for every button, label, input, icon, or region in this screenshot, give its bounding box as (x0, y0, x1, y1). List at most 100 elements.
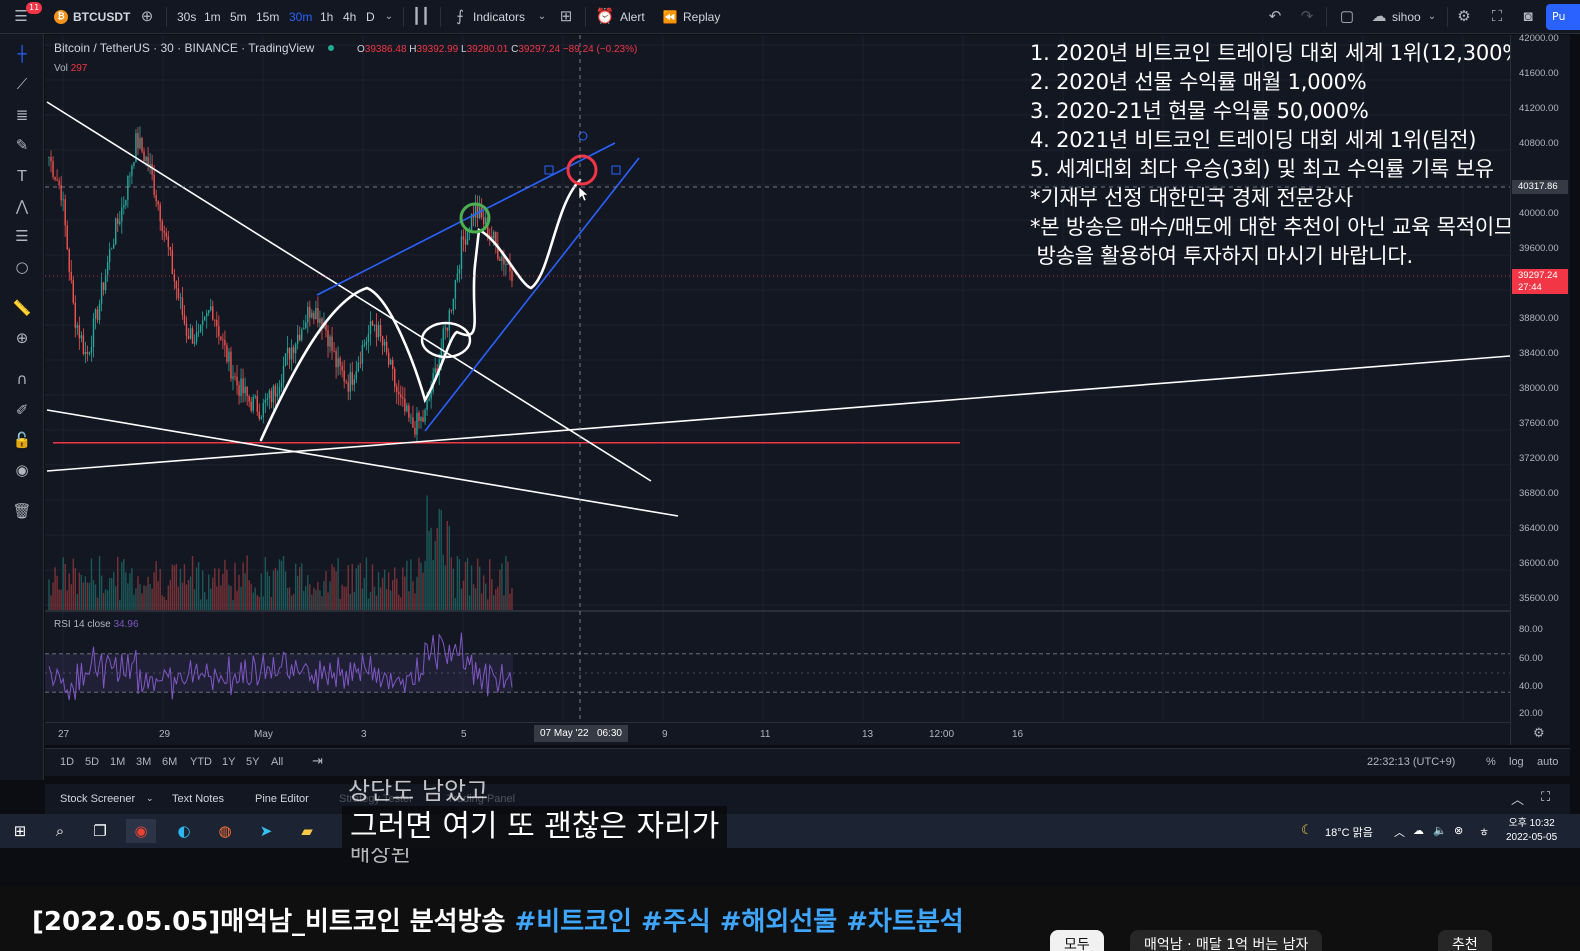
windows-start-icon[interactable]: ⊞ (5, 819, 35, 843)
replay-button[interactable]: Replay (683, 0, 720, 34)
range-5d[interactable]: 5D (85, 756, 99, 768)
interval-30s[interactable]: 30s (177, 0, 196, 34)
interval-15m[interactable]: 15m (256, 0, 279, 34)
hashtag-link[interactable]: #차트분석 (846, 907, 963, 937)
user-name[interactable]: sihoo (1392, 0, 1421, 34)
timezone-clock[interactable]: 22:32:13 (UTC+9) (1367, 756, 1455, 768)
taskbar-clock[interactable]: 오후 10:32 2022-05-05 (1506, 817, 1557, 845)
bar-countdown: 27:44 (1518, 282, 1542, 293)
network-icon[interactable]: ⊗ (1454, 824, 1463, 837)
hashtag-link[interactable]: #해외선물 (720, 907, 837, 937)
search-icon[interactable]: ⌕ (45, 819, 75, 843)
log-toggle[interactable]: log (1509, 756, 1524, 768)
firefox-icon[interactable]: ◍ (210, 819, 240, 843)
symbol-search[interactable]: BTCUSDT (73, 0, 130, 34)
redo-icon[interactable]: ↷ (1295, 0, 1319, 34)
task-view-icon[interactable]: ❐ (85, 819, 115, 843)
range-1y[interactable]: 1Y (222, 756, 235, 768)
range-3m[interactable]: 3M (136, 756, 151, 768)
text-icon[interactable]: T (10, 164, 34, 188)
range-1m[interactable]: 1M (110, 756, 125, 768)
circle-icon[interactable]: ○ (10, 255, 34, 279)
onedrive-icon[interactable]: ☁ (1413, 824, 1424, 837)
hashtag-link[interactable]: #비트코인 (514, 907, 631, 937)
templates-icon[interactable]: ⊞ (554, 0, 578, 34)
lock-icon[interactable]: 🔓 (10, 428, 34, 452)
tab-text-notes[interactable]: Text Notes (172, 793, 224, 805)
candle-body (143, 151, 145, 162)
indicators-button[interactable]: Indicators (473, 0, 525, 34)
time-axis[interactable]: 27 29 May 3 5 9 11 13 12:00 16 ⚙ (45, 722, 1545, 745)
indicators-icon[interactable]: ⨍ (448, 0, 472, 34)
range-all[interactable]: All (271, 756, 283, 768)
interval-5m[interactable]: 5m (230, 0, 247, 34)
chevron-down-icon[interactable]: ⌄ (530, 0, 554, 34)
volume-icon[interactable]: 🔈 (1433, 824, 1447, 837)
crosshair-icon[interactable]: ┼ (10, 42, 34, 66)
tab-pine-editor[interactable]: Pine Editor (255, 793, 309, 805)
chip-all[interactable]: 모두 (1050, 930, 1104, 951)
brush-icon[interactable]: ✎ (10, 133, 34, 157)
gear-icon[interactable]: ⚙ (1533, 725, 1545, 741)
volume-bar (444, 565, 446, 610)
chevron-down-icon[interactable]: ⌄ (1420, 0, 1444, 34)
chevron-down-icon[interactable]: ⌄ (377, 0, 401, 34)
interval-1m[interactable]: 1m (204, 0, 221, 34)
price-label: 41200.00 (1519, 103, 1559, 114)
collapse-panel-icon[interactable]: ︿ (1511, 789, 1524, 808)
ime-indicator[interactable]: ㅎ (1479, 824, 1489, 840)
range-1d[interactable]: 1D (60, 756, 74, 768)
chip-recommended[interactable]: 추천 (1438, 930, 1492, 951)
tray-chevron-icon[interactable]: ︿ (1394, 824, 1405, 840)
volume-bar (135, 588, 137, 610)
hashtag-link[interactable]: #주식 (641, 907, 711, 937)
cloud-icon[interactable]: ☁ (1367, 0, 1391, 34)
lock-draw-icon[interactable]: ✐ (10, 398, 34, 422)
weather-text[interactable]: 18°C 맑음 (1325, 824, 1373, 840)
percent-toggle[interactable]: % (1486, 756, 1496, 768)
undo-icon[interactable]: ↶ (1263, 0, 1287, 34)
forecast-icon[interactable]: ☰ (10, 224, 34, 248)
trash-icon[interactable]: 🗑 (10, 499, 34, 523)
camera-icon[interactable]: ◙ (1516, 0, 1540, 34)
range-5y[interactable]: 5Y (246, 756, 259, 768)
alert-button[interactable]: Alert (620, 0, 645, 34)
zoom-icon[interactable]: ⊕ (10, 326, 34, 350)
interval-d[interactable]: D (366, 0, 375, 34)
replay-icon[interactable]: ⏪ (658, 0, 682, 34)
eye-icon[interactable]: ◉ (10, 458, 34, 482)
chrome-icon[interactable]: ◉ (126, 819, 156, 843)
chevron-down-icon[interactable]: ⌄ (146, 793, 154, 804)
range-ytd[interactable]: YTD (190, 756, 212, 768)
auto-toggle[interactable]: auto (1537, 756, 1558, 768)
candle-body (96, 309, 99, 321)
ruler-icon[interactable]: 📏 (10, 296, 34, 320)
interval-30m[interactable]: 30m (289, 0, 312, 34)
candles-icon[interactable]: ┃┃ (409, 0, 433, 34)
candle-body (331, 336, 333, 351)
range-6m[interactable]: 6M (162, 756, 177, 768)
price-axis[interactable]: 42000.00 41600.00 41200.00 40800.00 4000… (1510, 33, 1570, 745)
bird-app-icon[interactable]: ➤ (251, 819, 281, 843)
layout-icon[interactable]: ▢ (1335, 0, 1359, 34)
fib-icon[interactable]: ≣ (10, 103, 34, 127)
pattern-icon[interactable]: ⋀ (10, 194, 34, 218)
alert-icon[interactable]: ⏰ (593, 0, 617, 34)
edge-icon[interactable]: ◐ (169, 819, 199, 843)
candle-body (159, 204, 161, 222)
interval-4h[interactable]: 4h (343, 0, 356, 34)
interval-1h[interactable]: 1h (320, 0, 333, 34)
volume-bar (278, 559, 281, 610)
settings-icon[interactable]: ⚙ (1452, 0, 1476, 34)
plus-circle-icon[interactable]: ⊕ (135, 0, 159, 34)
maximize-panel-icon[interactable]: ⛶ (1541, 789, 1550, 805)
chip-channel[interactable]: 매억남 · 매달 1억 버는 남자 (1130, 930, 1323, 951)
trendline-icon[interactable]: ⟋ (10, 72, 34, 96)
tab-stock-screener[interactable]: Stock Screener (60, 793, 135, 805)
file-explorer-icon[interactable]: ▰ (292, 819, 322, 843)
fullscreen-icon[interactable]: ⛶ (1485, 0, 1509, 34)
legend-title[interactable]: Bitcoin / TetherUS · 30 · BINANCE · Trad… (54, 41, 314, 55)
publish-button[interactable]: Pu (1546, 4, 1580, 30)
goto-date-icon[interactable]: ⇥ (312, 753, 323, 769)
magnet-icon[interactable]: ∩ (10, 367, 34, 391)
